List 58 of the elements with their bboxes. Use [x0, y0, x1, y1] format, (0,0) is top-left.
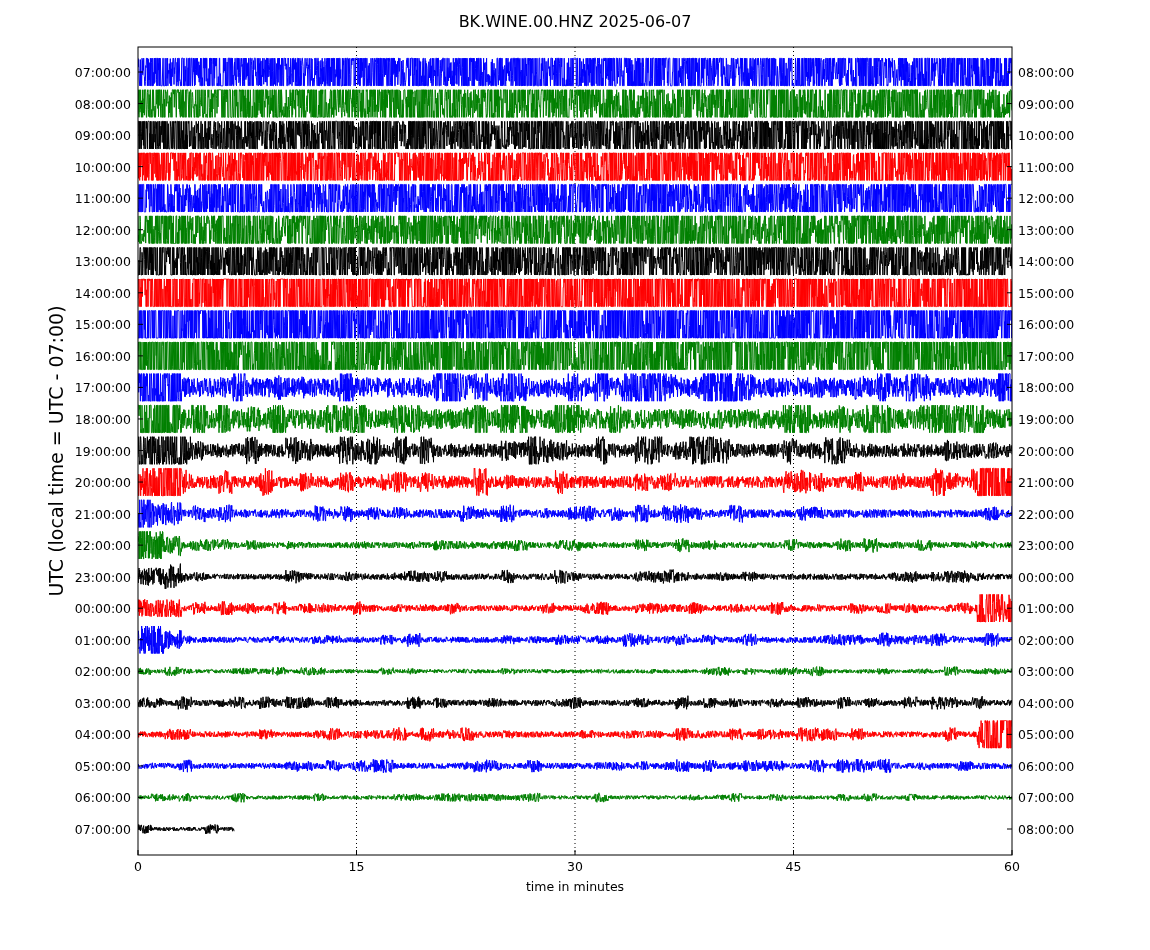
- y-tick-label: 09:00:00: [74, 128, 131, 144]
- y-axis-label: UTC (local time = UTC - 07:00): [45, 305, 67, 597]
- y-tick-label: 21:00:00: [74, 506, 131, 522]
- y-tick-label: 15:00:00: [74, 317, 131, 333]
- y-tick-label: 14:00:00: [74, 285, 131, 301]
- x-tick-label: 0: [134, 859, 142, 874]
- y-tick-label: 23:00:00: [74, 569, 131, 585]
- y-tick-label: 20:00:00: [1018, 443, 1075, 459]
- y-tick-label: 22:00:00: [1018, 506, 1075, 522]
- y-tick-label: 04:00:00: [74, 727, 131, 743]
- y-tick-label: 09:00:00: [1018, 96, 1075, 112]
- y-tick-label: 20:00:00: [74, 475, 131, 491]
- y-tick-label: 14:00:00: [1018, 254, 1075, 270]
- y-tick-label: 12:00:00: [74, 222, 131, 238]
- y-tick-label: 07:00:00: [74, 822, 131, 837]
- y-tick-label: 00:00:00: [1018, 569, 1075, 585]
- y-tick-label: 11:00:00: [74, 191, 131, 207]
- y-tick-label: 21:00:00: [1018, 475, 1075, 491]
- y-tick-label: 11:00:00: [1018, 159, 1075, 175]
- y-tick-label: 22:00:00: [74, 538, 131, 554]
- y-tick-label: 04:00:00: [1018, 695, 1075, 711]
- y-tick-label: 05:00:00: [1018, 727, 1075, 743]
- y-tick-label: 19:00:00: [1018, 411, 1075, 427]
- y-tick-label: 19:00:00: [74, 443, 131, 459]
- y-tick-label: 02:00:00: [74, 664, 131, 680]
- y-tick-label: 10:00:00: [74, 159, 131, 175]
- x-axis-label: time in minutes: [525, 879, 625, 894]
- y-tick-label: 01:00:00: [1018, 601, 1075, 617]
- y-tick-label: 16:00:00: [74, 348, 131, 364]
- y-tick-label: 01:00:00: [74, 632, 131, 648]
- x-tick-label: 15: [348, 859, 365, 874]
- y-tick-label: 23:00:00: [1018, 538, 1075, 554]
- chart-title: BK.WINE.00.HNZ 2025-06-07: [458, 12, 692, 31]
- y-tick-label: 10:00:00: [1018, 128, 1075, 144]
- y-tick-label: 05:00:00: [74, 758, 131, 774]
- x-tick-label: 45: [785, 859, 802, 874]
- y-tick-label: 06:00:00: [74, 790, 131, 806]
- y-tick-label: 12:00:00: [1018, 191, 1075, 207]
- y-tick-label: 16:00:00: [1018, 317, 1075, 333]
- y-tick-label: 03:00:00: [1018, 664, 1075, 680]
- y-tick-label: 03:00:00: [74, 695, 131, 711]
- y-tick-label: 08:00:00: [74, 96, 131, 112]
- y-tick-label: 18:00:00: [1018, 380, 1075, 396]
- x-tick-label: 60: [1004, 859, 1020, 874]
- y-tick-label: 06:00:00: [1018, 758, 1075, 774]
- y-tick-label: 08:00:00: [1018, 822, 1075, 837]
- y-tick-label: 17:00:00: [1018, 348, 1075, 364]
- y-tick-label: 08:00:00: [1018, 65, 1075, 80]
- y-tick-label: 00:00:00: [74, 601, 131, 617]
- y-tick-label: 13:00:00: [74, 254, 131, 270]
- x-tick-label: 30: [567, 859, 583, 874]
- y-tick-label: 13:00:00: [1018, 222, 1075, 238]
- y-tick-label: 17:00:00: [74, 380, 131, 396]
- y-tick-label: 18:00:00: [74, 411, 131, 427]
- y-tick-label: 02:00:00: [1018, 632, 1075, 648]
- y-tick-label: 07:00:00: [1018, 790, 1075, 806]
- y-tick-label: 07:00:00: [74, 65, 131, 80]
- y-tick-label: 15:00:00: [1018, 285, 1075, 301]
